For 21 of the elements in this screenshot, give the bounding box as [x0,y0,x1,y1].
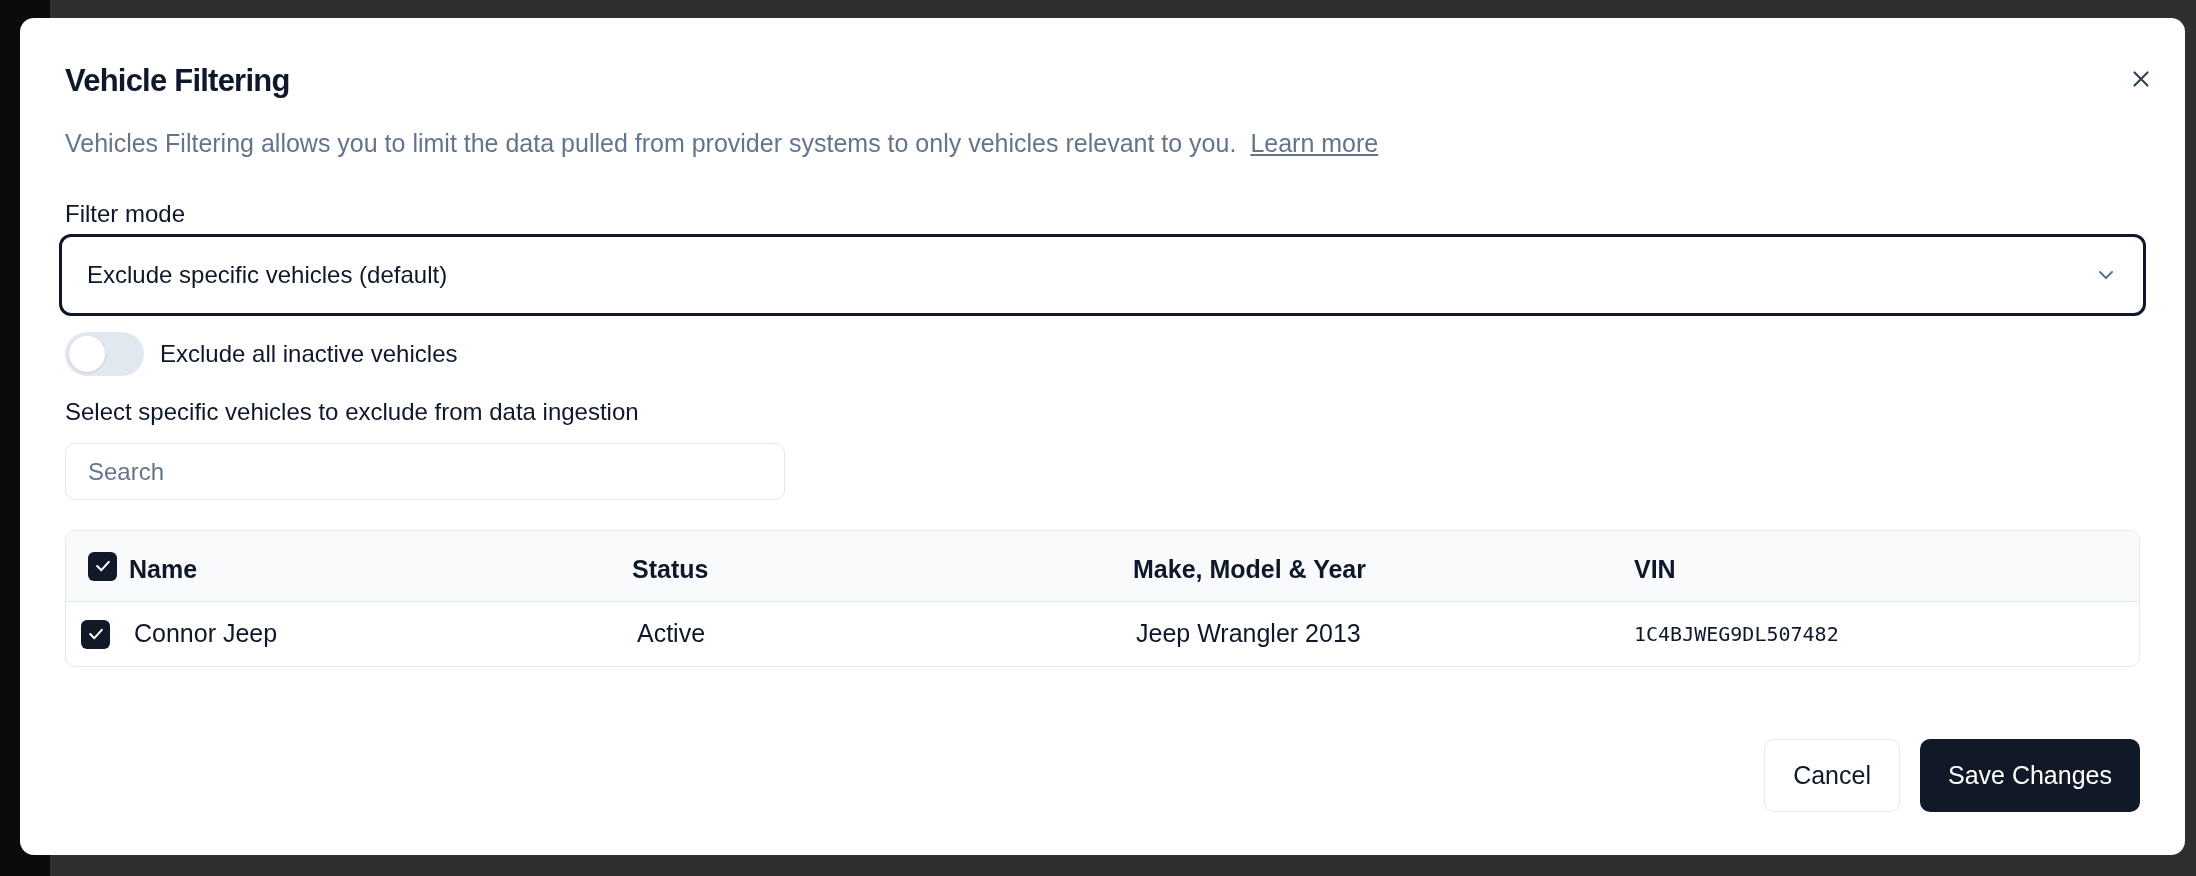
toggle-switch[interactable] [65,332,144,376]
dialog-title: Vehicle Filtering [65,62,290,100]
column-header: VIN [1634,554,1677,586]
dialog-description: Vehicles Filtering allows you to limit the data pulled from provider systems to only vehicles relevant to you. [65,127,1237,159]
table-cell-text: Jeep Wrangler 2013 [1135,618,1362,650]
table-cell-text: Active [636,618,707,650]
table-cell-text: 1C4BJWEG9DL507482 [1634,621,1840,648]
toggle-label: Exclude all inactive vehicles [160,339,458,369]
column-header: Status [632,554,710,586]
table-cell-text: Connor Jeep [134,618,278,650]
cancel-button[interactable]: Cancel [1764,739,1900,812]
select-all-checkbox[interactable] [88,551,117,581]
search-field[interactable]: Search [65,443,785,500]
field-label: Filter mode [65,199,187,229]
column-header: Make, Model & Year [1133,554,1367,586]
save-changes-button[interactable]: Save Changes [1920,739,2140,812]
row-checkbox[interactable] [81,619,110,649]
learn-more-link[interactable]: Learn more [1250,124,1379,162]
filter-mode-select[interactable]: Exclude specific vehicles (default) [59,234,2146,316]
column-header: Name [129,554,198,586]
field-label: Select specific vehicles to exclude from data ingestion [65,397,640,427]
